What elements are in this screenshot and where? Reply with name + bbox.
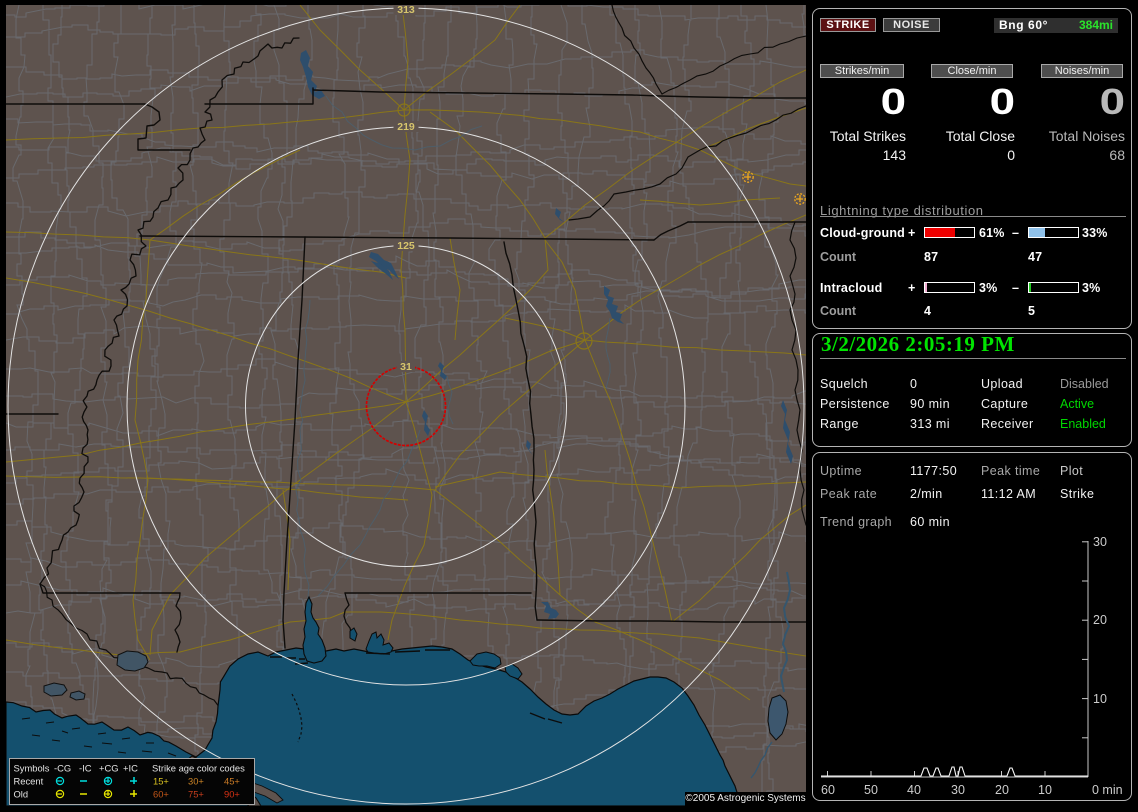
svg-text:30+: 30+ — [188, 776, 204, 787]
svg-text:Recent: Recent — [14, 776, 44, 787]
svg-text:30: 30 — [1093, 535, 1107, 549]
svg-text:60: 60 — [821, 783, 835, 797]
svg-text:10: 10 — [1038, 783, 1052, 797]
svg-text:219: 219 — [397, 121, 415, 133]
svg-text:60+: 60+ — [153, 789, 169, 800]
svg-text:125: 125 — [397, 240, 415, 252]
svg-text:20: 20 — [1093, 613, 1107, 627]
svg-text:15+: 15+ — [153, 776, 169, 787]
svg-text:40: 40 — [907, 783, 921, 797]
svg-text:90+: 90+ — [224, 789, 240, 800]
svg-text:313: 313 — [397, 5, 415, 16]
svg-text:50: 50 — [864, 783, 878, 797]
svg-text:0 min: 0 min — [1092, 783, 1123, 797]
svg-text:10: 10 — [1093, 692, 1107, 706]
svg-text:30: 30 — [951, 783, 965, 797]
svg-text:31: 31 — [400, 361, 412, 373]
svg-text:+CG: +CG — [99, 763, 119, 774]
svg-text:75+: 75+ — [188, 789, 204, 800]
svg-text:-CG: -CG — [54, 763, 71, 774]
svg-text:+IC: +IC — [123, 763, 138, 774]
svg-text:Strike age color codes: Strike age color codes — [152, 763, 245, 774]
svg-text:Old: Old — [14, 789, 29, 800]
svg-text:-IC: -IC — [79, 763, 92, 774]
svg-text:20: 20 — [995, 783, 1009, 797]
svg-text:Symbols: Symbols — [14, 763, 50, 774]
svg-text:45+: 45+ — [224, 776, 240, 787]
